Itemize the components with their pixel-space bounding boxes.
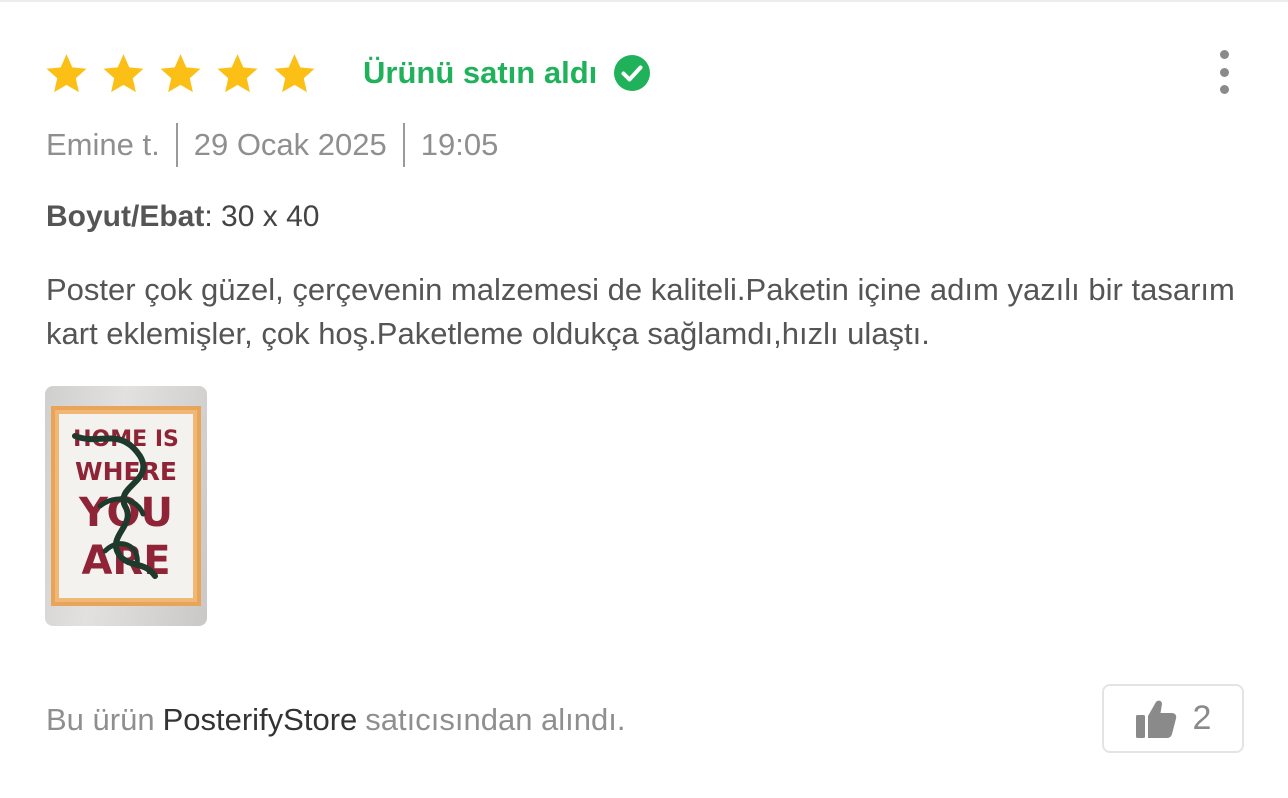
star-icon bbox=[215, 51, 260, 96]
more-dot bbox=[1219, 67, 1229, 77]
poster-text-line2: WHERE bbox=[75, 457, 177, 486]
star-icon bbox=[101, 51, 146, 96]
star-icon bbox=[158, 51, 203, 96]
review-photo[interactable]: HOME IS WHERE YOU ARE bbox=[45, 386, 207, 626]
review-card: Ürünü satın aldı Emine t. 29 Ocak 2025 1… bbox=[0, 0, 1288, 798]
rating-row: Ürünü satın aldı bbox=[44, 48, 651, 98]
review-meta: Emine t. 29 Ocak 2025 19:05 bbox=[46, 122, 498, 168]
verified-purchase-badge: Ürünü satın aldı bbox=[363, 54, 651, 92]
seller-name-link[interactable]: PosterifyStore bbox=[163, 702, 358, 738]
check-circle-icon bbox=[613, 54, 651, 92]
top-divider bbox=[0, 0, 1288, 2]
seller-info: Bu ürün PosterifyStore satıcısından alın… bbox=[46, 700, 626, 740]
attribute-value: 30 x 40 bbox=[221, 200, 320, 233]
star-icon bbox=[272, 51, 317, 96]
attribute-key: Boyut/Ebat bbox=[46, 200, 205, 233]
meta-divider bbox=[175, 123, 178, 167]
star-icon bbox=[44, 51, 89, 96]
star-rating bbox=[44, 51, 317, 96]
thumbs-up-icon bbox=[1135, 699, 1177, 739]
seller-prefix: Bu ürün bbox=[46, 702, 155, 737]
more-vertical-icon[interactable] bbox=[1210, 50, 1238, 94]
meta-divider bbox=[402, 123, 405, 167]
review-date: 29 Ocak 2025 bbox=[193, 127, 387, 162]
attribute-separator: : bbox=[204, 200, 213, 233]
verified-purchase-label: Ürünü satın aldı bbox=[363, 55, 598, 90]
product-attribute: Boyut/Ebat: 30 x 40 bbox=[46, 200, 319, 234]
like-button[interactable]: 2 bbox=[1102, 684, 1244, 753]
more-dot bbox=[1219, 85, 1229, 94]
seller-suffix: satıcısından alındı. bbox=[365, 702, 626, 737]
more-dot bbox=[1219, 50, 1229, 59]
review-author: Emine t. bbox=[46, 127, 160, 162]
like-count: 2 bbox=[1192, 699, 1212, 737]
review-comment: Poster çok güzel, çerçevenin malzemesi d… bbox=[46, 272, 1235, 351]
review-time: 19:05 bbox=[420, 127, 499, 162]
